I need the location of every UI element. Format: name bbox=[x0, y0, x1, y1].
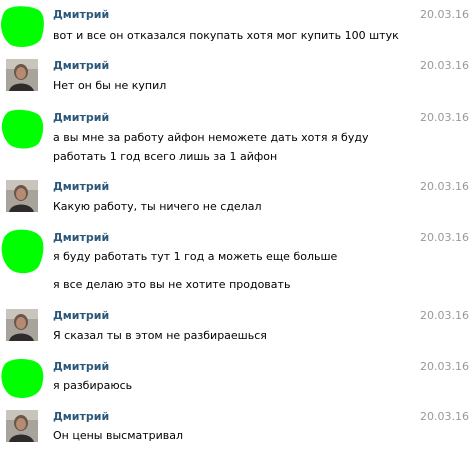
message-author[interactable]: Дмитрий bbox=[53, 8, 109, 22]
message-date: 20.03.16 bbox=[420, 180, 469, 193]
message-date: 20.03.16 bbox=[420, 231, 469, 244]
user-avatar[interactable] bbox=[6, 59, 38, 91]
message-author[interactable]: Дмитрий bbox=[53, 111, 109, 125]
message-line: я разбираюсь bbox=[53, 379, 133, 392]
message-line: вот и все он отказался покупать хотя мог… bbox=[53, 29, 399, 42]
message-line: Какую работу, ты ничего не сделал bbox=[53, 200, 262, 213]
message-text: Он цены высматривал bbox=[53, 426, 453, 445]
message-author[interactable]: Дмитрий bbox=[53, 360, 109, 374]
message-date: 20.03.16 bbox=[420, 410, 469, 423]
censored-avatar-icon bbox=[0, 5, 46, 49]
message-author[interactable]: Дмитрий bbox=[53, 410, 109, 424]
message-text: вот и все он отказался покупать хотя мог… bbox=[53, 26, 453, 45]
message-date: 20.03.16 bbox=[420, 309, 469, 322]
message-text: я все делаю это вы не хотите продовать bbox=[53, 278, 291, 291]
message-text: Я сказал ты в этом не разбираешься bbox=[53, 326, 453, 345]
message-line: работать 1 год всего лишь за 1 айфон bbox=[53, 150, 278, 163]
user-avatar[interactable] bbox=[6, 410, 38, 442]
censored-avatar-icon bbox=[0, 108, 46, 152]
censored-avatar-icon bbox=[0, 357, 46, 401]
user-avatar[interactable] bbox=[6, 180, 38, 212]
message-date: 20.03.16 bbox=[420, 360, 469, 373]
message-line: я буду работать тут 1 год а можеть еще б… bbox=[53, 250, 338, 263]
message-line: Я сказал ты в этом не разбираешься bbox=[53, 329, 267, 342]
censored-avatar-icon bbox=[0, 228, 46, 274]
message-date: 20.03.16 bbox=[420, 111, 469, 124]
message-author[interactable]: Дмитрий bbox=[53, 180, 109, 194]
message-text: Нет он бы не купил bbox=[53, 76, 453, 95]
message-author[interactable]: Дмитрий bbox=[53, 309, 109, 323]
user-avatar[interactable] bbox=[6, 309, 38, 341]
message-text: Какую работу, ты ничего не сделал bbox=[53, 197, 453, 216]
message-text: я буду работать тут 1 год а можеть еще б… bbox=[53, 247, 453, 266]
message-date: 20.03.16 bbox=[420, 59, 469, 72]
message-text: а вы мне за работу айфон неможете дать х… bbox=[53, 128, 453, 166]
message-author[interactable]: Дмитрий bbox=[53, 59, 109, 73]
message-line: Он цены высматривал bbox=[53, 429, 184, 442]
message-text: я разбираюсь bbox=[53, 376, 453, 395]
message-line: Нет он бы не купил bbox=[53, 79, 167, 92]
message-author[interactable]: Дмитрий bbox=[53, 231, 109, 245]
message-date: 20.03.16 bbox=[420, 8, 469, 21]
message-thread: Дмитрий 20.03.16 вот и все он отказался … bbox=[0, 0, 475, 449]
message-line: а вы мне за работу айфон неможете дать х… bbox=[53, 131, 369, 144]
